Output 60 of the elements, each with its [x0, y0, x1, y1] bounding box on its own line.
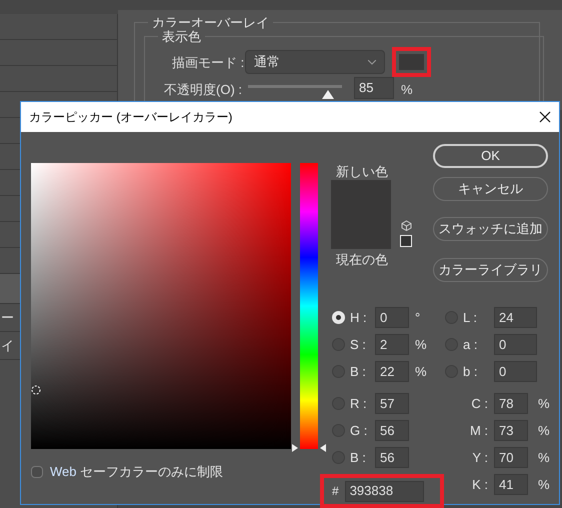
number-field[interactable]: 2: [375, 334, 409, 355]
number-field[interactable]: 56: [375, 420, 409, 441]
percent-label: %: [401, 81, 413, 99]
new-color-swatch: [331, 180, 391, 214]
color-swatch[interactable]: [392, 47, 431, 77]
unit-label: %: [537, 422, 550, 440]
number-field[interactable]: 57: [375, 393, 409, 414]
number-field[interactable]: 24: [494, 307, 537, 328]
layer-style-item[interactable]: ー: [0, 308, 14, 328]
number-field[interactable]: 78: [494, 393, 528, 414]
number-field[interactable]: 56: [375, 447, 409, 468]
number-field[interactable]: 0: [375, 307, 409, 328]
blend-mode-dropdown[interactable]: 通常: [245, 50, 385, 74]
number-field[interactable]: 0: [494, 334, 537, 355]
window-title: カラーピッカー (オーバーレイカラー): [29, 109, 232, 126]
unit-label: °: [414, 308, 422, 327]
hex-label: #: [332, 483, 339, 500]
dialog-button[interactable]: OK: [433, 144, 548, 168]
current-color-swatch[interactable]: [331, 214, 391, 249]
opacity-label: 不透明度(O) :: [164, 81, 242, 99]
unit-label: %: [414, 362, 428, 381]
hue-slider[interactable]: [291, 163, 327, 453]
cube-icon[interactable]: [401, 220, 412, 231]
field-label: K :: [471, 476, 489, 494]
layer-style-item[interactable]: イ: [0, 336, 14, 356]
dialog-button[interactable]: スウォッチに追加: [433, 217, 548, 241]
unit-label: %: [414, 336, 428, 354]
number-field[interactable]: 70: [494, 447, 528, 468]
chevron-down-icon: [368, 60, 376, 64]
field-label: L :: [462, 308, 478, 327]
field-label: b :: [462, 362, 478, 381]
blend-mode-label: 描画モード :: [172, 54, 244, 72]
unit-label: %: [537, 394, 550, 413]
field-label: B :: [349, 448, 367, 467]
close-icon[interactable]: [539, 111, 551, 123]
number-field[interactable]: 22: [375, 361, 409, 382]
field-label: Y :: [471, 448, 489, 467]
unit-label: %: [537, 476, 550, 494]
field-label: C :: [470, 394, 489, 413]
checkbox[interactable]: [31, 466, 43, 478]
web-color-swatch-icon[interactable]: [400, 235, 412, 247]
field-label: S :: [349, 336, 367, 354]
field-label: R :: [349, 394, 368, 413]
dialog-button[interactable]: カラーライブラリ: [433, 258, 548, 282]
field-label: a :: [462, 336, 478, 354]
current-color-label: 現在の色: [336, 251, 388, 269]
field-label: H :: [349, 308, 368, 327]
checkbox-label: Web セーフカラーのみに制限: [50, 463, 224, 481]
new-color-label: 新しい色: [336, 163, 388, 181]
color-cursor-icon[interactable]: [31, 385, 41, 395]
number-field[interactable]: 41: [494, 474, 528, 495]
number-field[interactable]: 73: [494, 420, 528, 441]
unit-label: %: [537, 448, 550, 467]
opacity-field[interactable]: 85: [354, 77, 394, 99]
field-label: M :: [468, 422, 489, 440]
number-field[interactable]: 0: [494, 361, 537, 382]
field-label: B :: [349, 362, 367, 381]
number-field[interactable]: 393838: [344, 480, 424, 502]
field-label: G :: [349, 422, 368, 440]
dialog-button[interactable]: キャンセル: [433, 177, 548, 201]
